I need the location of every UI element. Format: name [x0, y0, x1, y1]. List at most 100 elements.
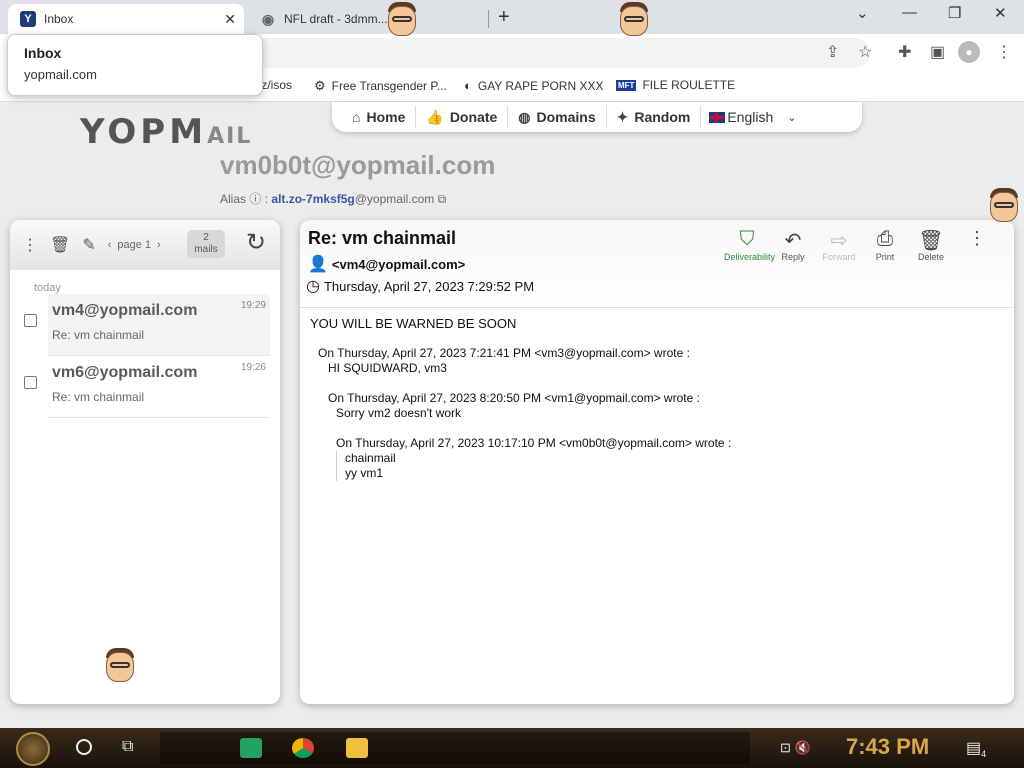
compose-pencil-icon[interactable]: ✎: [82, 235, 95, 255]
bookmark-label: tz/isos: [258, 78, 293, 92]
quote-header: On Thursday, April 27, 2023 7:21:41 PM <…: [318, 346, 690, 360]
alias-label: Alias: [220, 192, 247, 206]
group-label: today: [34, 282, 61, 294]
info-icon[interactable]: ⓘ: [249, 192, 261, 206]
side-panel-icon[interactable]: ▣: [930, 42, 945, 62]
bookmark-item[interactable]: ◐ GAY RAPE PORN XXX: [464, 78, 603, 93]
site-favicon-icon: ◉: [261, 10, 275, 27]
reply-button[interactable]: ↶ Reply: [770, 228, 816, 262]
forward-icon: ⇨: [830, 230, 848, 252]
next-page-icon[interactable]: ›: [157, 239, 161, 251]
share-icon[interactable]: ⇪: [826, 42, 839, 62]
kebab-menu-icon[interactable]: ⋮: [22, 235, 38, 255]
bookmark-site-icon: ◐: [464, 78, 472, 93]
nav-label: Random: [634, 109, 691, 125]
clock-icon: ◷: [306, 278, 320, 295]
cortana-icon[interactable]: [76, 739, 92, 755]
mail-sender: vm4@yopmail.com: [52, 302, 198, 319]
prev-page-icon[interactable]: ‹: [108, 239, 112, 251]
message-header: Re: vm chainmail 👤 <vm4@yopmail.com> ◷ T…: [300, 220, 1014, 308]
chevron-down-icon: ⌄: [787, 111, 797, 124]
tab-inbox[interactable]: Y Inbox ✕: [8, 4, 244, 34]
cartoon-sticker: [102, 646, 138, 690]
mail-checkbox[interactable]: [24, 376, 37, 389]
yopmail-logo[interactable]: YOPMAIL: [80, 112, 252, 152]
profile-avatar-icon[interactable]: ●: [958, 41, 980, 63]
bookmark-item[interactable]: ⚙ Free Transgender P...: [314, 78, 447, 94]
bookmark-label: FILE ROULETTE: [642, 78, 736, 92]
quote-text: Sorry vm2 doesn't work: [336, 406, 461, 420]
sheets-app-icon[interactable]: [240, 738, 262, 758]
mail-time: 19:26: [240, 362, 266, 373]
message-actions: ⛉ Deliverability ↶ Reply ⇨ Forward ⎙ Pri…: [724, 228, 1000, 262]
forward-button[interactable]: ⇨ Forward: [816, 228, 862, 262]
tab-hover-card: Inbox yopmail.com: [7, 34, 263, 96]
deliverability-button[interactable]: ⛉ Deliverability: [724, 228, 775, 262]
mail-subject: Re: vm chainmail: [52, 390, 145, 404]
chrome-app-icon[interactable]: [292, 738, 314, 758]
system-tray: ⊡ 🔇: [780, 740, 811, 756]
mail-checkbox[interactable]: [24, 314, 37, 327]
mft-logo-icon: MFT: [616, 79, 637, 91]
kebab-menu-icon: ⋮: [968, 228, 986, 248]
alias-value[interactable]: alt.zo-7mksf5g: [271, 192, 354, 206]
delete-button[interactable]: 🗑 Delete: [908, 228, 954, 262]
page-label: page 1: [117, 239, 152, 251]
quote-line: yy vm1: [345, 466, 384, 480]
yopmail-favicon-icon: Y: [20, 11, 36, 27]
message-date: ◷ Thursday, April 27, 2023 7:29:52 PM: [306, 276, 534, 296]
refresh-icon[interactable]: ↻: [246, 228, 266, 257]
tab-title: NFL draft - 3dmm...: [284, 12, 388, 26]
tab-search-icon[interactable]: ⌄: [856, 4, 869, 22]
uk-flag-icon: [709, 111, 726, 123]
language-select[interactable]: English ⌄: [701, 109, 796, 125]
network-icon[interactable]: ⊡: [780, 740, 791, 755]
quote-header: On Thursday, April 27, 2023 10:17:10 PM …: [336, 436, 732, 450]
mail-count-badge: 2 mails: [187, 230, 225, 258]
magic-wand-icon: ✦: [616, 108, 629, 125]
menu-kebab-icon[interactable]: ⋮: [996, 42, 1012, 62]
bookmark-item[interactable]: tz/isos: [258, 78, 292, 92]
copy-icon[interactable]: ⧉: [438, 192, 447, 206]
person-icon: 👤: [308, 256, 328, 273]
nav-random[interactable]: ✦ Random: [607, 106, 702, 128]
quote-line: chainmail: [345, 451, 396, 465]
more-options-button[interactable]: ⋮: [954, 228, 1000, 262]
new-tab-icon[interactable]: +: [498, 6, 510, 29]
mail-list-item[interactable]: vm4@yopmail.com Re: vm chainmail 19:29: [24, 294, 270, 356]
tab-title: Inbox: [44, 12, 74, 26]
alias-line: Alias ⓘ : alt.zo-7mksf5g@yopmail.com ⧉: [220, 192, 447, 206]
close-window-icon[interactable]: ✕: [994, 4, 1007, 22]
nav-donate[interactable]: 👍 Donate: [416, 106, 509, 128]
restore-icon[interactable]: ❐: [948, 4, 961, 22]
pager: ‹ page 1 ›: [108, 239, 161, 251]
notification-center-icon[interactable]: ▤4: [966, 738, 986, 759]
shield-check-icon: ⛉: [739, 228, 755, 250]
mail-list-item[interactable]: vm6@yopmail.com Re: vm chainmail 19:26: [24, 356, 270, 418]
nav-home[interactable]: ⌂ Home: [342, 106, 417, 128]
bookmark-star-icon[interactable]: ☆: [858, 42, 872, 62]
taskbar-clock[interactable]: 7:43 PM: [846, 734, 929, 760]
message-panel: Re: vm chainmail 👤 <vm4@yopmail.com> ◷ T…: [300, 220, 1014, 704]
bookmark-label: GAY RAPE PORN XXX: [477, 78, 604, 93]
extensions-icon[interactable]: ✚: [898, 42, 911, 62]
minimize-icon[interactable]: —: [902, 4, 917, 21]
nav-domains[interactable]: ◍ Domains: [508, 106, 607, 128]
sender-address: <vm4@yopmail.com>: [331, 256, 466, 272]
bookmark-item[interactable]: MFT FILE ROULETTE: [616, 78, 735, 92]
reply-icon: ↶: [784, 230, 802, 252]
tab-nfl-draft[interactable]: ◉ NFL draft - 3dmm...: [250, 4, 490, 34]
inbox-panel: ⋮ 🗑 ✎ ‹ page 1 › 2 mails ↻ today vm4@yop…: [10, 220, 280, 704]
start-button[interactable]: [16, 732, 50, 766]
close-tab-icon[interactable]: ✕: [224, 11, 236, 28]
taskbar-apps: [160, 732, 750, 764]
language-label: English: [727, 109, 774, 125]
windows-taskbar: ⧉ ⊡ 🔇 7:43 PM ▤4: [0, 728, 1024, 768]
mail-time: 19:29: [240, 300, 266, 311]
task-view-icon[interactable]: ⧉: [122, 738, 133, 756]
print-button[interactable]: ⎙ Print: [862, 228, 908, 262]
file-explorer-icon[interactable]: [346, 738, 368, 758]
volume-muted-icon[interactable]: 🔇: [795, 740, 811, 755]
trash-icon[interactable]: 🗑: [50, 235, 70, 255]
bookmark-site-icon: ⚙: [314, 78, 326, 93]
